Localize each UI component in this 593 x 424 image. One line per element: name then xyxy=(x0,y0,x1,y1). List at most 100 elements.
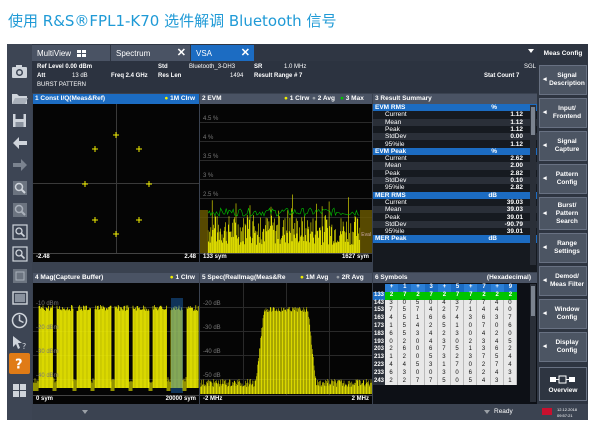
std-label: Std xyxy=(158,64,168,70)
softkey-signal-description[interactable]: ◂ Signal Description xyxy=(539,65,587,95)
zoom-icon[interactable] xyxy=(9,177,30,198)
status-date: 12.12.2018 xyxy=(557,407,578,412)
symbol-row-index: 243 xyxy=(373,377,385,386)
redo-icon[interactable] xyxy=(9,154,30,175)
result-value: 1.12 xyxy=(510,125,523,133)
close-icon[interactable]: ✕ xyxy=(177,46,186,59)
softkey-label: Input/ Frontend xyxy=(552,105,582,120)
chevron-down-icon[interactable] xyxy=(484,410,490,414)
save-icon[interactable] xyxy=(9,110,30,131)
softkey-meas-config[interactable]: Meas Config xyxy=(539,46,587,62)
symbol-column-header: + xyxy=(464,284,478,292)
measure-zoom-icon[interactable] xyxy=(9,265,30,286)
tab-multiview[interactable]: MultiView xyxy=(32,45,110,61)
zoom-reset-icon[interactable] xyxy=(9,243,30,264)
symbol-cell: 1 xyxy=(503,377,517,386)
symbol-row-index: 163 xyxy=(373,315,385,323)
symbol-cell: 3 xyxy=(424,362,438,370)
tab-label: MultiView xyxy=(37,48,72,58)
symbol-cell: 3 xyxy=(490,377,504,386)
result-row: StdDev -90.79 xyxy=(373,220,537,229)
symbol-cell: 7 xyxy=(451,291,465,300)
x-axis-min: 0 sym xyxy=(36,396,54,402)
result-name: StdDev xyxy=(385,177,407,184)
camera-icon[interactable] xyxy=(9,61,30,82)
symbol-cell: 2 xyxy=(464,338,478,347)
symbol-cell: 6 xyxy=(398,346,412,355)
softkey-overview[interactable]: Overview xyxy=(539,367,587,401)
symbol-cell: 1 xyxy=(385,354,399,362)
ref-level: Ref Level 0.00 dBm xyxy=(37,64,93,70)
channel-tab-bar: MultiView Spectrum ✕ VSA ✕ xyxy=(32,44,537,61)
scrollbar[interactable] xyxy=(530,284,536,402)
symbol-cell: 0 xyxy=(451,377,465,386)
symbol-cell: 1 xyxy=(451,323,465,331)
open-folder-icon[interactable] xyxy=(9,87,30,108)
sequencer-icon[interactable] xyxy=(9,310,30,331)
symbol-cell: 6 xyxy=(385,330,399,339)
symbol-row-index: 233 xyxy=(373,369,385,378)
tab-spectrum[interactable]: Spectrum ✕ xyxy=(111,45,190,61)
result-name: Peak xyxy=(385,213,400,221)
window-constellation[interactable]: 1 Const I/Q(Meas&Ref) ● 1M Clrw -2.48 2.… xyxy=(33,94,199,272)
symbol-cell: 2 xyxy=(490,330,504,339)
softkey-display-config[interactable]: ◂ Display Config xyxy=(539,332,587,362)
symbol-row-index: 203 xyxy=(373,346,385,355)
symbol-cell: 6 xyxy=(503,323,517,331)
symbol-cell: 0 xyxy=(424,299,438,308)
softkey-burst-pattern-search[interactable]: ◂ Burst/ Pattern Search xyxy=(539,197,587,230)
symbol-cell: 4 xyxy=(385,362,399,370)
result-row: Mean 1.12 xyxy=(373,118,537,126)
softkey-label: Window Config xyxy=(554,306,580,321)
softkey-label: Signal Description xyxy=(549,72,585,87)
symbol-cell: 6 xyxy=(464,369,478,378)
softkey-signal-capture[interactable]: ◂ Signal Capture xyxy=(539,131,587,161)
help-pointer-icon[interactable]: ? xyxy=(9,332,30,353)
symbol-cell: 0 xyxy=(451,369,465,378)
scrollbar[interactable] xyxy=(530,105,536,265)
symbol-cell: 0 xyxy=(503,307,517,316)
sgl-indicator: SGL xyxy=(524,64,537,70)
softkey-range-settings[interactable]: ◂ Range Settings xyxy=(539,233,587,263)
y-tick: -50 dB xyxy=(203,373,221,379)
close-icon[interactable]: ✕ xyxy=(241,46,250,59)
chevron-down-icon[interactable] xyxy=(82,410,88,414)
symbol-cell: 3 xyxy=(437,354,451,362)
window-mag-capture[interactable]: 4 Mag(Capture Buffer) ● 1 Clrw -10 dBm -… xyxy=(33,273,199,404)
softkey-demod-meas-filter[interactable]: ◂ Demod/ Meas Filter xyxy=(539,266,587,296)
symbol-cell: 6 xyxy=(424,346,438,355)
full-screen-icon[interactable] xyxy=(9,287,30,308)
chevron-down-icon[interactable] xyxy=(528,49,534,53)
window-spectrum[interactable]: 5 Spec(RealImag(Meas&Re ● 1M Avg ● 2R Av… xyxy=(200,273,372,404)
symbol-row-index: 213 xyxy=(373,354,385,362)
res-len-value: 1494 xyxy=(230,73,244,79)
symbol-cell: 7 xyxy=(451,362,465,370)
symbol-cell: 0 xyxy=(464,330,478,339)
symbol-cell: 2 xyxy=(437,291,451,300)
symbol-cell: 0 xyxy=(451,338,465,347)
x-axis-max: 1627 sym xyxy=(341,254,369,260)
help-icon[interactable]: ? xyxy=(9,353,30,374)
tab-vsa[interactable]: VSA ✕ xyxy=(191,45,254,61)
window-result-summary[interactable]: 3 Result Summary EVM RMS% Current 1.12 Mean… xyxy=(373,94,537,272)
softkey-pattern-config[interactable]: ◂ Pattern Config xyxy=(539,164,587,194)
multi-zoom-icon[interactable] xyxy=(9,199,30,220)
result-value: 1.12 xyxy=(510,111,523,119)
undo-icon[interactable] xyxy=(9,132,30,153)
softkey-input-frontend[interactable]: ◂ Input/ Frontend xyxy=(539,98,587,128)
windows-icon[interactable] xyxy=(9,380,30,401)
softkey-label: Signal Capture xyxy=(554,138,580,153)
group-unit: dB xyxy=(488,235,497,243)
zoom-window-icon[interactable] xyxy=(9,221,30,242)
softkey-window-config[interactable]: ◂ Window Config xyxy=(539,299,587,329)
symbol-cell: 6 xyxy=(477,315,491,323)
tab-label: Spectrum xyxy=(116,48,151,58)
window-evm[interactable]: 2 EVM ● 1 Clrw ● 2 Avg ● 3 Max 4.5 % 4 %… xyxy=(200,94,372,272)
symbol-cell: 0 xyxy=(411,354,425,362)
window-symbols[interactable]: 6 Symbols (Hexadecimal) +1 +3 +5 +7 +9 133 2 7 2… xyxy=(373,273,537,404)
symbol-cell: 6 xyxy=(385,369,399,378)
symbol-cell: 1 xyxy=(464,346,478,355)
symbol-cell: 3 xyxy=(385,299,399,308)
result-row: Current 39.03 xyxy=(373,199,537,206)
symbol-cell: 5 xyxy=(398,330,412,339)
